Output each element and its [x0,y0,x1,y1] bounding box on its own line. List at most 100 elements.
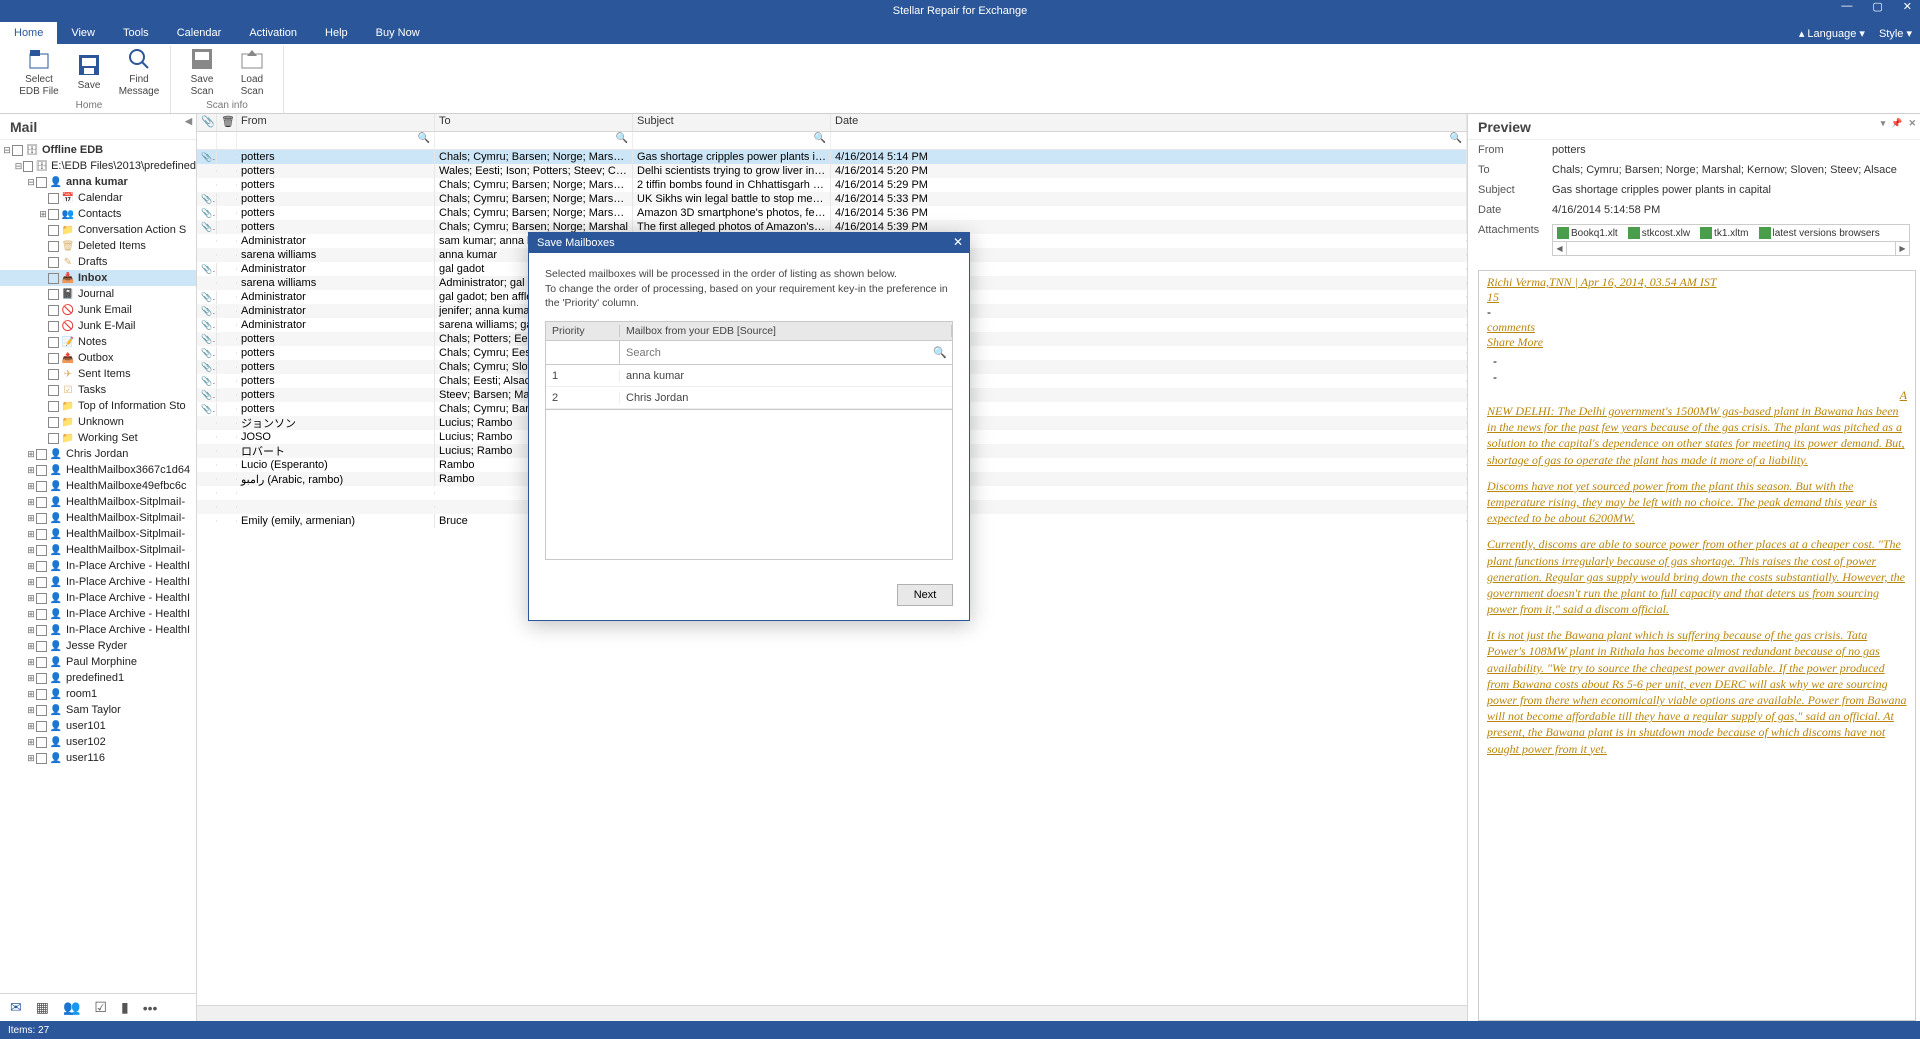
tree-item[interactable]: 📅Calendar [0,190,196,206]
tree-checkbox[interactable] [36,449,47,460]
attachment-item[interactable]: stkcost.xlw [1628,227,1690,239]
tree-item[interactable]: ⊞👤predefined1 [0,670,196,686]
tree-checkbox[interactable] [36,465,47,476]
tree-checkbox[interactable] [48,417,59,428]
tree-twist-icon[interactable]: ⊞ [26,529,36,540]
tree-twist-icon[interactable]: ⊞ [26,497,36,508]
attachments-scrollbar[interactable]: ◀▶ [1552,242,1910,256]
tree-checkbox[interactable] [36,609,47,620]
filter-subject[interactable]: 🔍 [633,132,831,149]
tree-item[interactable]: ⊞👤HealthMailbox-SitplmaiI- [0,510,196,526]
nav-notes-icon[interactable]: ▮ [121,999,129,1016]
tree-twist-icon[interactable]: ⊟ [26,177,36,188]
tree-twist-icon[interactable]: ⊞ [26,753,36,764]
tree-checkbox[interactable] [48,369,59,380]
menu-tab-view[interactable]: View [57,22,109,44]
preview-byline[interactable]: Richi Verma,TNN | Apr 16, 2014, 03.54 AM… [1487,275,1717,289]
tree-item[interactable]: ⊞👤Sam Taylor [0,702,196,718]
dialog-mailbox-row[interactable]: 2Chris Jordan [546,387,952,409]
tree-twist-icon[interactable]: ⊞ [26,545,36,556]
tree-item[interactable]: ✎Drafts [0,254,196,270]
tree-checkbox[interactable] [36,177,47,188]
tree-twist-icon[interactable]: ⊞ [26,673,36,684]
tree-item[interactable]: ⊞👤In-Place Archive - HealthI [0,590,196,606]
col-to[interactable]: To [435,114,633,131]
language-dropdown[interactable]: ▴ Language ▾ [1799,27,1865,40]
tree-checkbox[interactable] [48,273,59,284]
tree-checkbox[interactable] [36,481,47,492]
tree-checkbox[interactable] [36,737,47,748]
tree-item[interactable]: 📓Journal [0,286,196,302]
dialog-close-icon[interactable]: ✕ [953,235,963,249]
tree-item[interactable]: ⊞👤In-Place Archive - HealthI [0,558,196,574]
minimize-button[interactable]: — [1837,0,1856,13]
nav-more-icon[interactable]: ••• [143,1000,158,1016]
tree-checkbox[interactable] [36,577,47,588]
dialog-col-mailbox[interactable]: Mailbox from your EDB [Source] [620,325,952,337]
tree-item[interactable]: ⊞👤HealthMailbox3667c1d64 [0,462,196,478]
tree-checkbox[interactable] [36,689,47,700]
nav-calendar-icon[interactable]: ▦ [36,999,49,1016]
tree-item[interactable]: ⊞👤In-Place Archive - HealthI [0,622,196,638]
message-row[interactable]: pottersWales; Eesti; Ison; Potters; Stee… [197,164,1467,178]
tree-checkbox[interactable] [48,337,59,348]
col-from[interactable]: From [237,114,435,131]
tree-item[interactable]: ⊞👤HealthMailbox-SitplmaiI- [0,494,196,510]
attachment-item[interactable]: latest versions browsers [1759,227,1880,239]
tree-checkbox[interactable] [48,385,59,396]
tree-checkbox[interactable] [36,497,47,508]
save-scan-button[interactable]: Save Scan [179,44,225,99]
load-scan-button[interactable]: Load Scan [229,44,275,99]
dialog-search-input[interactable] [620,341,928,364]
tree-item[interactable]: ⊞👥Contacts [0,206,196,222]
tree-item[interactable]: ⊞👤HealthMailbox-SitplmaiI- [0,526,196,542]
tree-checkbox[interactable] [36,513,47,524]
menu-tab-tools[interactable]: Tools [109,22,163,44]
search-icon[interactable]: 🔍 [928,341,952,364]
tree-checkbox[interactable] [48,193,59,204]
tree-item[interactable]: 🚫Junk Email [0,302,196,318]
attachment-item[interactable]: tk1.xltm [1700,227,1748,239]
tree-item[interactable]: 📁Unknown [0,414,196,430]
tree-checkbox[interactable] [48,321,59,332]
find-message-button[interactable]: Find Message [116,44,162,99]
col-delete-icon[interactable]: 🗑 [217,114,237,131]
tree-item[interactable]: ⊞👤HealthMailboxe49efbc6c [0,478,196,494]
menu-tab-buy-now[interactable]: Buy Now [362,22,434,44]
tree-checkbox[interactable] [36,593,47,604]
col-date[interactable]: Date [831,114,1467,131]
tree-item[interactable]: ✈Sent Items [0,366,196,382]
tree-item[interactable]: ⊟🗄Offline EDB [0,142,196,158]
tree-item[interactable]: 🚫Junk E-Mail [0,318,196,334]
tree-twist-icon[interactable]: ⊟ [14,161,23,172]
filter-to[interactable]: 🔍 [435,132,633,149]
nav-tasks-icon[interactable]: ☑ [94,999,107,1016]
tree-checkbox[interactable] [48,401,59,412]
tree-checkbox[interactable] [36,673,47,684]
tree-twist-icon[interactable]: ⊞ [26,641,36,652]
tree-checkbox[interactable] [48,225,59,236]
tree-item[interactable]: 📤Outbox [0,350,196,366]
tree-item[interactable]: ⊞👤user116 [0,750,196,766]
tree-item[interactable]: ☑Tasks [0,382,196,398]
tree-twist-icon[interactable]: ⊞ [38,209,48,220]
menu-tab-help[interactable]: Help [311,22,362,44]
message-row[interactable]: 📎pottersChals; Cymru; Barsen; Norge; Mar… [197,192,1467,206]
maximize-button[interactable]: ▢ [1868,0,1886,13]
tree-checkbox[interactable] [48,257,59,268]
message-row[interactable]: 📎pottersChals; Cymru; Barsen; Norge; Mar… [197,206,1467,220]
tree-twist-icon[interactable]: ⊞ [26,705,36,716]
tree-twist-icon[interactable]: ⊞ [26,481,36,492]
collapse-pane-icon[interactable]: ◀ [185,116,192,127]
preview-close-icon[interactable]: ✕ [1908,118,1916,129]
preview-dropdown-icon[interactable]: ▾ [1881,118,1886,129]
tree-checkbox[interactable] [36,721,47,732]
col-subject[interactable]: Subject [633,114,831,131]
tree-checkbox[interactable] [36,561,47,572]
tree-checkbox[interactable] [23,161,33,172]
tree-item[interactable]: ⊞👤user102 [0,734,196,750]
tree-twist-icon[interactable]: ⊞ [26,465,36,476]
filter-date[interactable]: 🔍 [831,132,1467,149]
tree-item[interactable]: ⊟👤anna kumar [0,174,196,190]
tree-checkbox[interactable] [12,145,23,156]
